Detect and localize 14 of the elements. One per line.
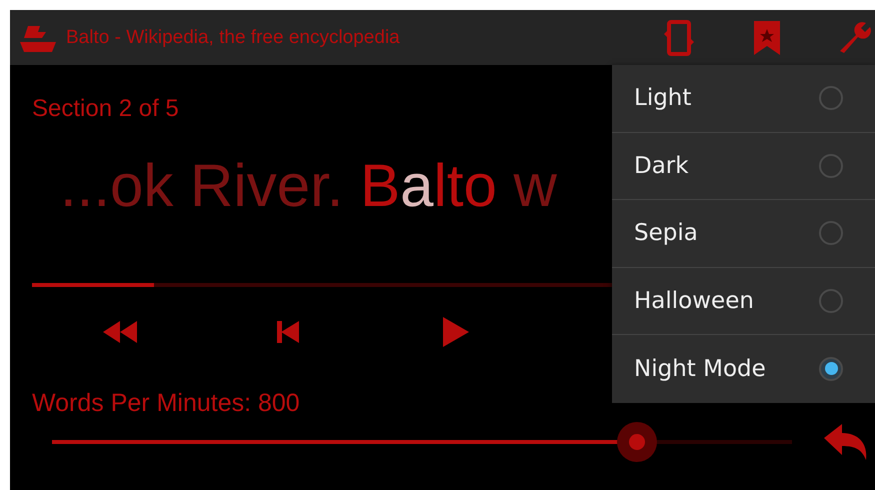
- section-label: Section 2 of 5: [32, 95, 179, 123]
- reading-text: ...ok River. Balto w: [60, 153, 557, 219]
- option-label: Sepia: [634, 220, 698, 246]
- speed-label: Words Per Minutes: 800: [32, 389, 300, 418]
- theme-option[interactable]: Light: [612, 65, 875, 132]
- option-label: Night Mode: [634, 356, 766, 382]
- page-title: Balto - Wikipedia, the free encyclopedia: [66, 26, 401, 48]
- theme-option[interactable]: Night Mode: [612, 335, 875, 402]
- theme-option[interactable]: Dark: [612, 132, 875, 200]
- theme-option[interactable]: Sepia: [612, 200, 875, 268]
- theme-option[interactable]: Halloween: [612, 268, 875, 335]
- option-label: Halloween: [634, 288, 754, 314]
- option-label: Light: [634, 85, 692, 112]
- option-label: Dark: [634, 152, 689, 179]
